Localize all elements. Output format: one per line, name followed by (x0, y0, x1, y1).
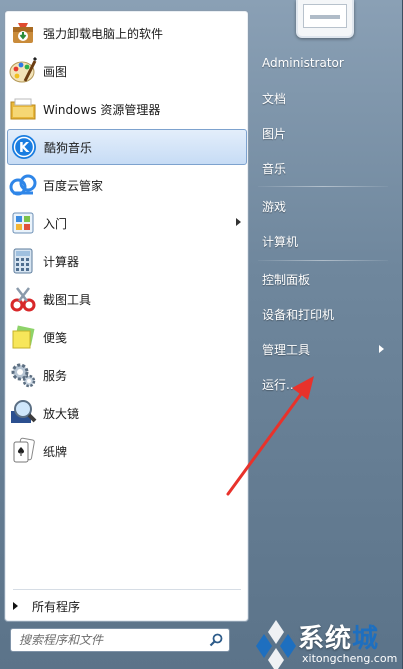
right-item-label: 游戏 (262, 199, 287, 214)
search-input[interactable] (19, 633, 199, 647)
right-item-devices-printers[interactable]: 设备和打印机 (256, 301, 396, 327)
program-label: 强力卸载电脑上的软件 (43, 26, 164, 41)
services-gear-icon (9, 361, 37, 389)
program-label: 放大镜 (43, 406, 80, 421)
program-item-snipping-tool[interactable]: 截图工具 (7, 281, 247, 317)
explorer-folder-icon (9, 95, 37, 123)
user-picture-image (303, 4, 347, 28)
all-programs-label: 所有程序 (32, 599, 81, 614)
kugou-icon: K (10, 133, 38, 161)
snipping-tool-icon (9, 285, 37, 313)
annotation-arrow-icon (226, 376, 314, 496)
program-item-paint[interactable]: 画图 (7, 53, 247, 89)
program-item-baidu-cloud[interactable]: 百度云管家 (7, 167, 247, 203)
right-item-label: 管理工具 (262, 342, 311, 357)
program-item-sticky-notes[interactable]: 便笺 (7, 319, 247, 355)
right-item-admin-tools[interactable]: 管理工具 (256, 336, 396, 362)
all-programs-button[interactable]: 所有程序 (11, 595, 241, 617)
divider (13, 589, 241, 590)
program-item-explorer[interactable]: Windows 资源管理器 (7, 91, 247, 127)
watermark-url: xitongcheng.com (302, 652, 398, 665)
program-item-calculator[interactable]: 计算器 (7, 243, 247, 279)
program-label: 便笺 (43, 330, 68, 345)
baidu-cloud-icon (9, 171, 37, 199)
divider (258, 260, 388, 261)
right-item-music[interactable]: 音乐 (256, 155, 396, 181)
watermark-text: 系统城 (298, 624, 380, 654)
sticky-notes-icon (9, 323, 37, 351)
right-item-computer[interactable]: 计算机 (256, 228, 396, 254)
program-item-magnifier[interactable]: 放大镜 (7, 395, 247, 431)
right-item-documents[interactable]: 文档 (256, 85, 396, 111)
right-item-administrator[interactable]: Administrator (256, 50, 396, 76)
submenu-arrow-icon (236, 218, 241, 226)
divider (258, 186, 388, 187)
program-label: 纸牌 (43, 444, 68, 459)
svg-text:K: K (19, 141, 30, 156)
program-label: 计算器 (43, 254, 80, 269)
right-item-games[interactable]: 游戏 (256, 193, 396, 219)
triangle-right-icon (13, 602, 18, 610)
program-item-solitaire[interactable]: 纸牌 (7, 433, 247, 469)
program-label: 酷狗音乐 (44, 140, 93, 155)
right-item-label: 计算机 (262, 234, 299, 249)
program-label: 画图 (43, 64, 68, 79)
program-label: Windows 资源管理器 (43, 102, 161, 117)
user-picture[interactable] (296, 0, 354, 38)
program-item-getting-started[interactable]: 入门 (7, 205, 247, 241)
search-icon[interactable] (209, 633, 223, 647)
program-item-services[interactable]: 服务 (7, 357, 247, 393)
right-item-label: 控制面板 (262, 272, 311, 287)
program-label: 百度云管家 (43, 178, 104, 193)
search-box (10, 628, 230, 652)
right-item-label: 音乐 (262, 161, 287, 176)
program-label: 服务 (43, 368, 68, 383)
submenu-arrow-icon (379, 345, 384, 353)
program-label: 截图工具 (43, 292, 92, 307)
program-list-pane: 强力卸载电脑上的软件 画图 Windows 资源管理器 K 酷狗音乐 百度云管家 (4, 10, 249, 622)
start-menu: 强力卸载电脑上的软件 画图 Windows 资源管理器 K 酷狗音乐 百度云管家 (0, 0, 403, 669)
program-item-kugou[interactable]: K 酷狗音乐 (7, 129, 247, 165)
right-item-label: 文档 (262, 91, 287, 106)
solitaire-cards-icon (9, 437, 37, 465)
uninstall-box-icon (9, 19, 37, 47)
getting-started-icon (9, 209, 37, 237)
calculator-icon (9, 247, 37, 275)
paint-palette-icon (9, 57, 37, 85)
right-item-control-panel[interactable]: 控制面板 (256, 266, 396, 292)
right-item-label: Administrator (262, 56, 344, 70)
program-label: 入门 (43, 216, 68, 231)
right-item-pictures[interactable]: 图片 (256, 120, 396, 146)
right-item-label: 设备和打印机 (262, 307, 335, 322)
right-item-label: 图片 (262, 126, 287, 141)
magnifier-icon (9, 399, 37, 427)
program-item-uninstaller[interactable]: 强力卸载电脑上的软件 (7, 15, 247, 51)
